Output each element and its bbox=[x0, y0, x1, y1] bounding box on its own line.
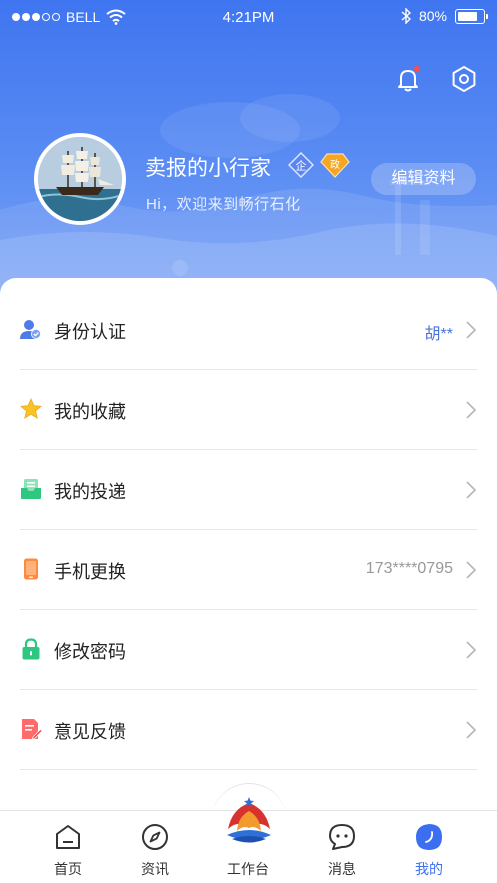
settings-button[interactable] bbox=[449, 64, 479, 94]
avatar[interactable] bbox=[34, 133, 126, 225]
enterprise-tag-text: 企 bbox=[296, 159, 307, 173]
menu-item-label: 身份认证 bbox=[54, 322, 126, 342]
menu-item-feedback[interactable]: 意见反馈 bbox=[20, 690, 477, 770]
user-leaf-icon bbox=[416, 824, 442, 850]
chat-bubble-icon bbox=[329, 824, 355, 850]
tab-messages[interactable]: 消息 bbox=[307, 811, 377, 883]
gov-tag-text: 政 bbox=[330, 158, 340, 171]
welcome-text: Hi，欢迎来到畅行石化 bbox=[146, 196, 301, 213]
phone-icon bbox=[24, 558, 38, 580]
bluetooth-icon bbox=[401, 8, 411, 24]
user-nickname: 卖报的小行家 bbox=[145, 157, 271, 180]
tab-label: 消息 bbox=[328, 861, 356, 877]
menu-item-label: 修改密码 bbox=[54, 642, 126, 662]
chevron-right-icon bbox=[466, 481, 477, 499]
chevron-right-icon bbox=[466, 641, 477, 659]
identity-value: 胡** bbox=[424, 326, 453, 343]
government-certified-badge-icon: 政 bbox=[320, 153, 350, 178]
workbench-logo-icon[interactable] bbox=[222, 795, 276, 847]
delivery-icon bbox=[21, 479, 41, 499]
menu-item-deliveries[interactable]: 我的投递 bbox=[20, 450, 477, 530]
settings-menu: 身份认证 胡** 我的收藏 我的投递 手机更换 173****0795 修改密码… bbox=[0, 290, 497, 770]
menu-item-change-phone[interactable]: 手机更换 173****0795 bbox=[20, 530, 477, 610]
enterprise-certified-badge-icon: 企 bbox=[288, 152, 314, 178]
settings-hexagon-icon bbox=[452, 66, 476, 92]
profile-header: BELL 4:21PM 80% 卖报的小行家 企 政 Hi，欢迎来到畅行石化 编… bbox=[0, 0, 497, 300]
edit-profile-button[interactable]: 编辑资料 bbox=[371, 163, 476, 195]
status-bar: BELL 4:21PM 80% bbox=[0, 0, 497, 34]
menu-item-favorites[interactable]: 我的收藏 bbox=[20, 370, 477, 450]
tab-label: 我的 bbox=[415, 861, 443, 877]
menu-item-change-password[interactable]: 修改密码 bbox=[20, 610, 477, 690]
phone-number-value: 173****0795 bbox=[365, 560, 453, 577]
unread-dot bbox=[414, 66, 420, 72]
battery-percent: 80% bbox=[418, 8, 447, 24]
chevron-right-icon bbox=[466, 721, 477, 739]
tab-news[interactable]: 资讯 bbox=[120, 811, 190, 883]
id-verify-icon bbox=[20, 320, 41, 339]
home-icon bbox=[56, 825, 80, 849]
lock-icon bbox=[22, 638, 40, 660]
tab-home[interactable]: 首页 bbox=[33, 811, 103, 883]
sailing-ship-image bbox=[38, 137, 122, 221]
notification-button[interactable] bbox=[393, 64, 423, 94]
menu-card: 身份认证 胡** 我的收藏 我的投递 手机更换 173****0795 修改密码… bbox=[0, 278, 497, 818]
tab-label: 工作台 bbox=[227, 861, 269, 877]
menu-item-label: 意见反馈 bbox=[54, 722, 126, 742]
menu-item-label: 我的投递 bbox=[54, 482, 126, 502]
tab-label: 资讯 bbox=[141, 861, 169, 877]
menu-item-label: 手机更换 bbox=[54, 562, 126, 582]
battery-icon bbox=[455, 8, 488, 24]
star-icon bbox=[20, 398, 42, 419]
tab-mine[interactable]: 我的 bbox=[394, 811, 464, 883]
chevron-right-icon bbox=[466, 321, 477, 339]
menu-item-label: 我的收藏 bbox=[54, 402, 126, 422]
feedback-icon bbox=[22, 719, 42, 740]
compass-icon bbox=[142, 824, 168, 850]
chevron-right-icon bbox=[466, 401, 477, 419]
tab-label: 首页 bbox=[54, 861, 82, 877]
menu-item-identity[interactable]: 身份认证 胡** bbox=[20, 290, 477, 370]
chevron-right-icon bbox=[466, 561, 477, 579]
